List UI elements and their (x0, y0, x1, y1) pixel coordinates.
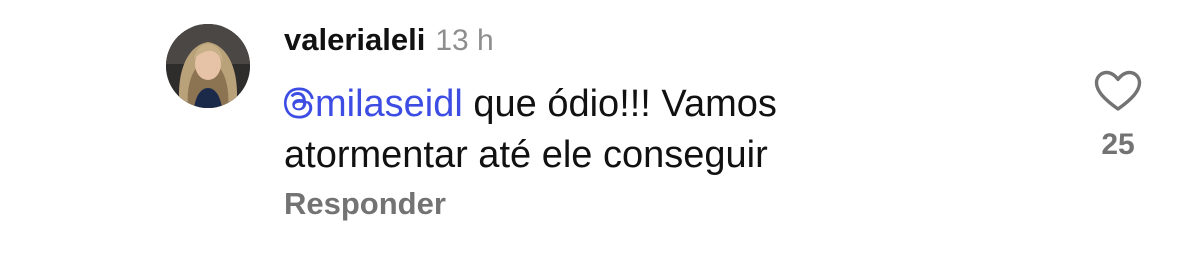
comment-item: valerialeli 13 h milaseidl que ódio!!! V… (0, 0, 1200, 255)
comment-text: milaseidl que ódio!!! Vamos atormentar at… (284, 80, 984, 179)
comment-header: valerialeli 13 h (284, 22, 494, 62)
threads-at-icon (284, 83, 314, 131)
mention-link[interactable]: milaseidl (284, 83, 463, 125)
heart-outline-icon (1094, 70, 1142, 111)
like-button[interactable] (1094, 70, 1142, 112)
comment-text-line2: atormentar até ele conseguir (284, 134, 768, 176)
reply-button[interactable]: Responder (284, 186, 446, 222)
mention-username: milaseidl (315, 83, 463, 125)
avatar[interactable] (166, 24, 250, 108)
comment-timestamp: 13 h (435, 24, 494, 57)
like-count: 25 (1101, 128, 1135, 161)
username-link[interactable]: valerialeli (284, 22, 425, 58)
comment-text-line1: que ódio!!! Vamos (462, 83, 777, 125)
avatar-photo (166, 24, 250, 108)
